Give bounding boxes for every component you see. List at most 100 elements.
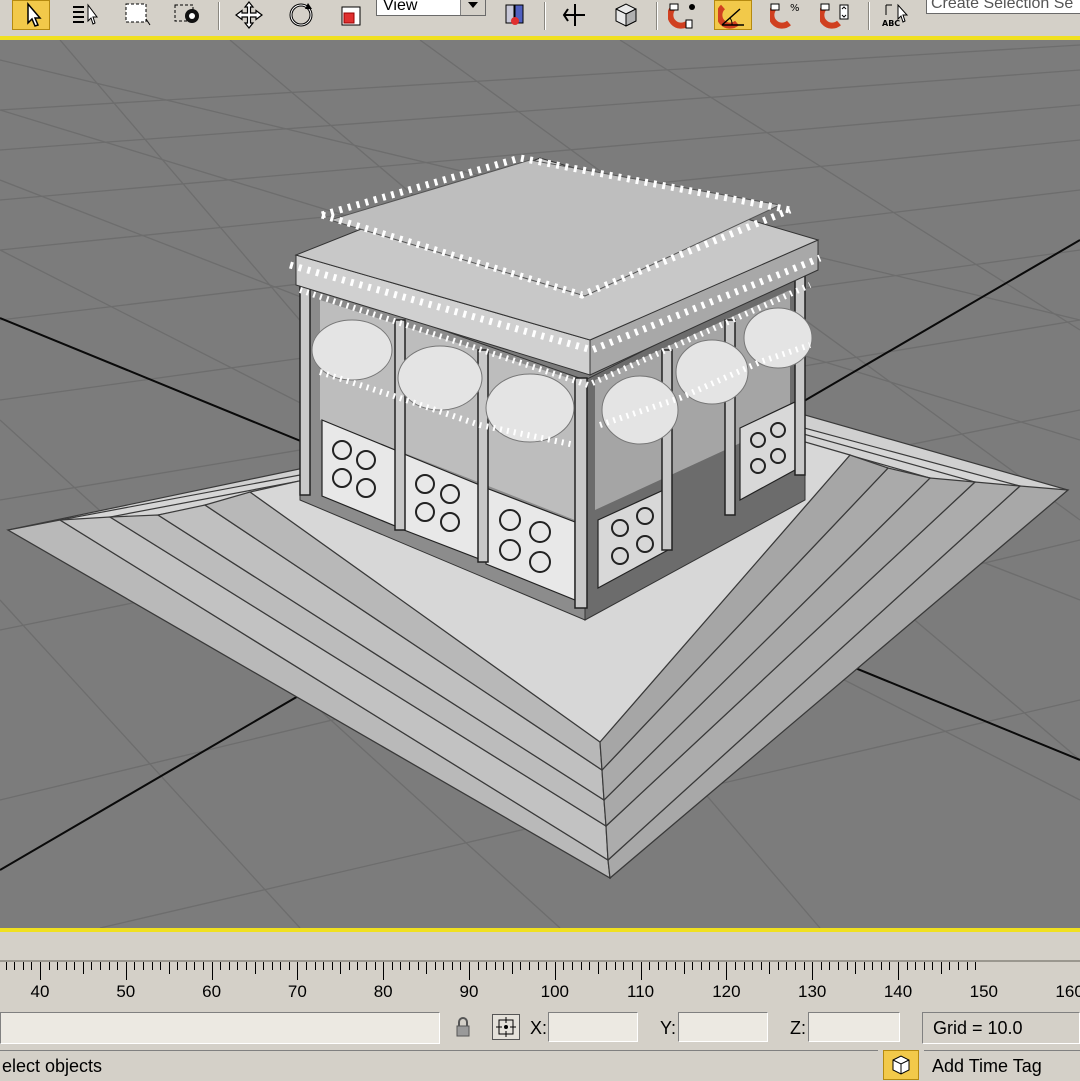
svg-text:ABC: ABC <box>882 19 900 28</box>
ruler-tick <box>915 962 917 970</box>
select-object-icon[interactable] <box>12 0 50 30</box>
use-pivot-center-icon[interactable] <box>496 0 534 30</box>
perspective-viewport[interactable] <box>0 40 1080 928</box>
chevron-down-icon[interactable] <box>460 0 485 15</box>
ruler-tick <box>889 962 891 970</box>
y-label: Y: <box>660 1018 677 1038</box>
ruler-tick <box>734 962 736 970</box>
y-coordinate-field[interactable] <box>678 1012 768 1042</box>
ruler-tick <box>597 962 599 974</box>
status-bar-prompt: elect objects Add Time Tag <box>0 1048 1080 1080</box>
rotate-icon[interactable] <box>282 0 320 30</box>
align-icon[interactable] <box>606 0 644 30</box>
ruler-tick <box>880 962 882 970</box>
ruler-tick <box>374 962 376 970</box>
ruler-tick <box>674 962 676 970</box>
ruler-tick <box>477 962 479 970</box>
ruler-tick <box>829 962 831 970</box>
rectangular-selection-icon[interactable] <box>118 0 156 30</box>
ruler-tick <box>683 962 685 974</box>
named-selection-set-field[interactable]: Create Selection Se <box>926 0 1080 14</box>
ruler-tick <box>40 962 41 980</box>
ruler-tick <box>426 962 428 974</box>
ruler-label: 90 <box>459 982 479 1001</box>
time-ruler[interactable]: 40 50 60 70 80 90 100 110 120 130 140 150 160 <box>0 932 1080 1008</box>
ruler-tick <box>203 962 205 970</box>
ruler-tick <box>160 962 162 970</box>
ruler-tick <box>589 962 591 970</box>
ruler-tick <box>460 962 462 970</box>
ruler-tick <box>494 962 496 970</box>
ruler-tick <box>846 962 848 970</box>
absolute-mode-icon[interactable] <box>492 1014 520 1040</box>
ruler-label: 100 <box>540 982 569 1001</box>
ruler-tick <box>65 962 67 970</box>
ruler-tick <box>228 962 230 970</box>
ruler-tick <box>280 962 282 970</box>
mirror-icon[interactable] <box>556 0 594 30</box>
ruler-tick <box>863 962 865 970</box>
z-coordinate-field[interactable] <box>808 1012 900 1042</box>
ruler-tick <box>623 962 625 970</box>
ruler-tick <box>74 962 76 970</box>
ruler-tick <box>134 962 136 970</box>
ruler-tick <box>237 962 239 970</box>
ruler-tick <box>752 962 754 970</box>
ruler-tick <box>288 962 290 970</box>
ruler-tick <box>383 962 385 980</box>
ruler-label: 70 <box>287 982 307 1001</box>
prompt-line: elect objects <box>0 1050 878 1080</box>
ruler-tick <box>142 962 144 970</box>
selection-info-field <box>0 1012 440 1044</box>
ruler-label: 80 <box>373 982 393 1001</box>
ruler-tick <box>125 962 127 980</box>
ruler-tick <box>331 962 333 970</box>
lock-icon[interactable] <box>452 1016 474 1038</box>
scale-icon[interactable] <box>332 0 370 30</box>
ruler-label: 40 <box>30 982 50 1001</box>
time-tag-icon[interactable] <box>883 1050 919 1080</box>
ruler-tick <box>855 962 857 974</box>
ruler-tick <box>537 962 539 970</box>
reference-coordinate-dropdown[interactable]: View <box>376 0 486 16</box>
x-coordinate-field[interactable] <box>548 1012 638 1042</box>
ruler-tick <box>100 962 102 970</box>
ruler-tick <box>469 962 470 980</box>
ruler-tick <box>563 962 565 970</box>
ruler-label: 60 <box>202 982 222 1001</box>
ruler-tick <box>649 962 651 970</box>
ruler-tick <box>486 962 488 970</box>
ruler-tick <box>872 962 874 970</box>
ruler-tick <box>906 962 908 970</box>
ruler-tick <box>726 962 728 980</box>
ruler-tick <box>417 962 419 970</box>
percent-snap-icon[interactable]: % <box>766 0 804 30</box>
add-time-tag-button[interactable]: Add Time Tag <box>924 1050 1080 1080</box>
x-label: X: <box>530 1018 548 1038</box>
ruler-tick <box>22 962 24 970</box>
ruler-tick <box>434 962 436 970</box>
main-toolbar: View % ABC Create Selection Se <box>0 0 1080 36</box>
ruler-tick <box>254 962 256 974</box>
ruler-tick <box>443 962 445 970</box>
ruler-tick <box>14 962 16 970</box>
ruler-tick <box>700 962 702 970</box>
ruler-tick <box>48 962 50 970</box>
move-icon[interactable] <box>230 0 268 30</box>
ruler-tick <box>245 962 247 970</box>
ruler-tick <box>297 962 299 980</box>
window-crossing-icon[interactable] <box>168 0 206 30</box>
angle-snap-icon[interactable] <box>714 0 752 30</box>
ruler-tick <box>366 962 368 970</box>
snap-toggle-icon[interactable] <box>664 0 702 30</box>
select-by-name-icon[interactable] <box>66 0 104 30</box>
ruler-tick <box>932 962 934 970</box>
edit-named-selection-icon[interactable]: ABC <box>876 0 914 30</box>
ruler-tick <box>5 962 7 970</box>
ruler-tick <box>769 962 771 974</box>
ruler-tick <box>323 962 325 970</box>
ruler-label: 110 <box>627 982 655 1001</box>
ruler-tick <box>82 962 84 974</box>
ruler-tick <box>571 962 573 970</box>
spinner-snap-icon[interactable] <box>816 0 854 30</box>
